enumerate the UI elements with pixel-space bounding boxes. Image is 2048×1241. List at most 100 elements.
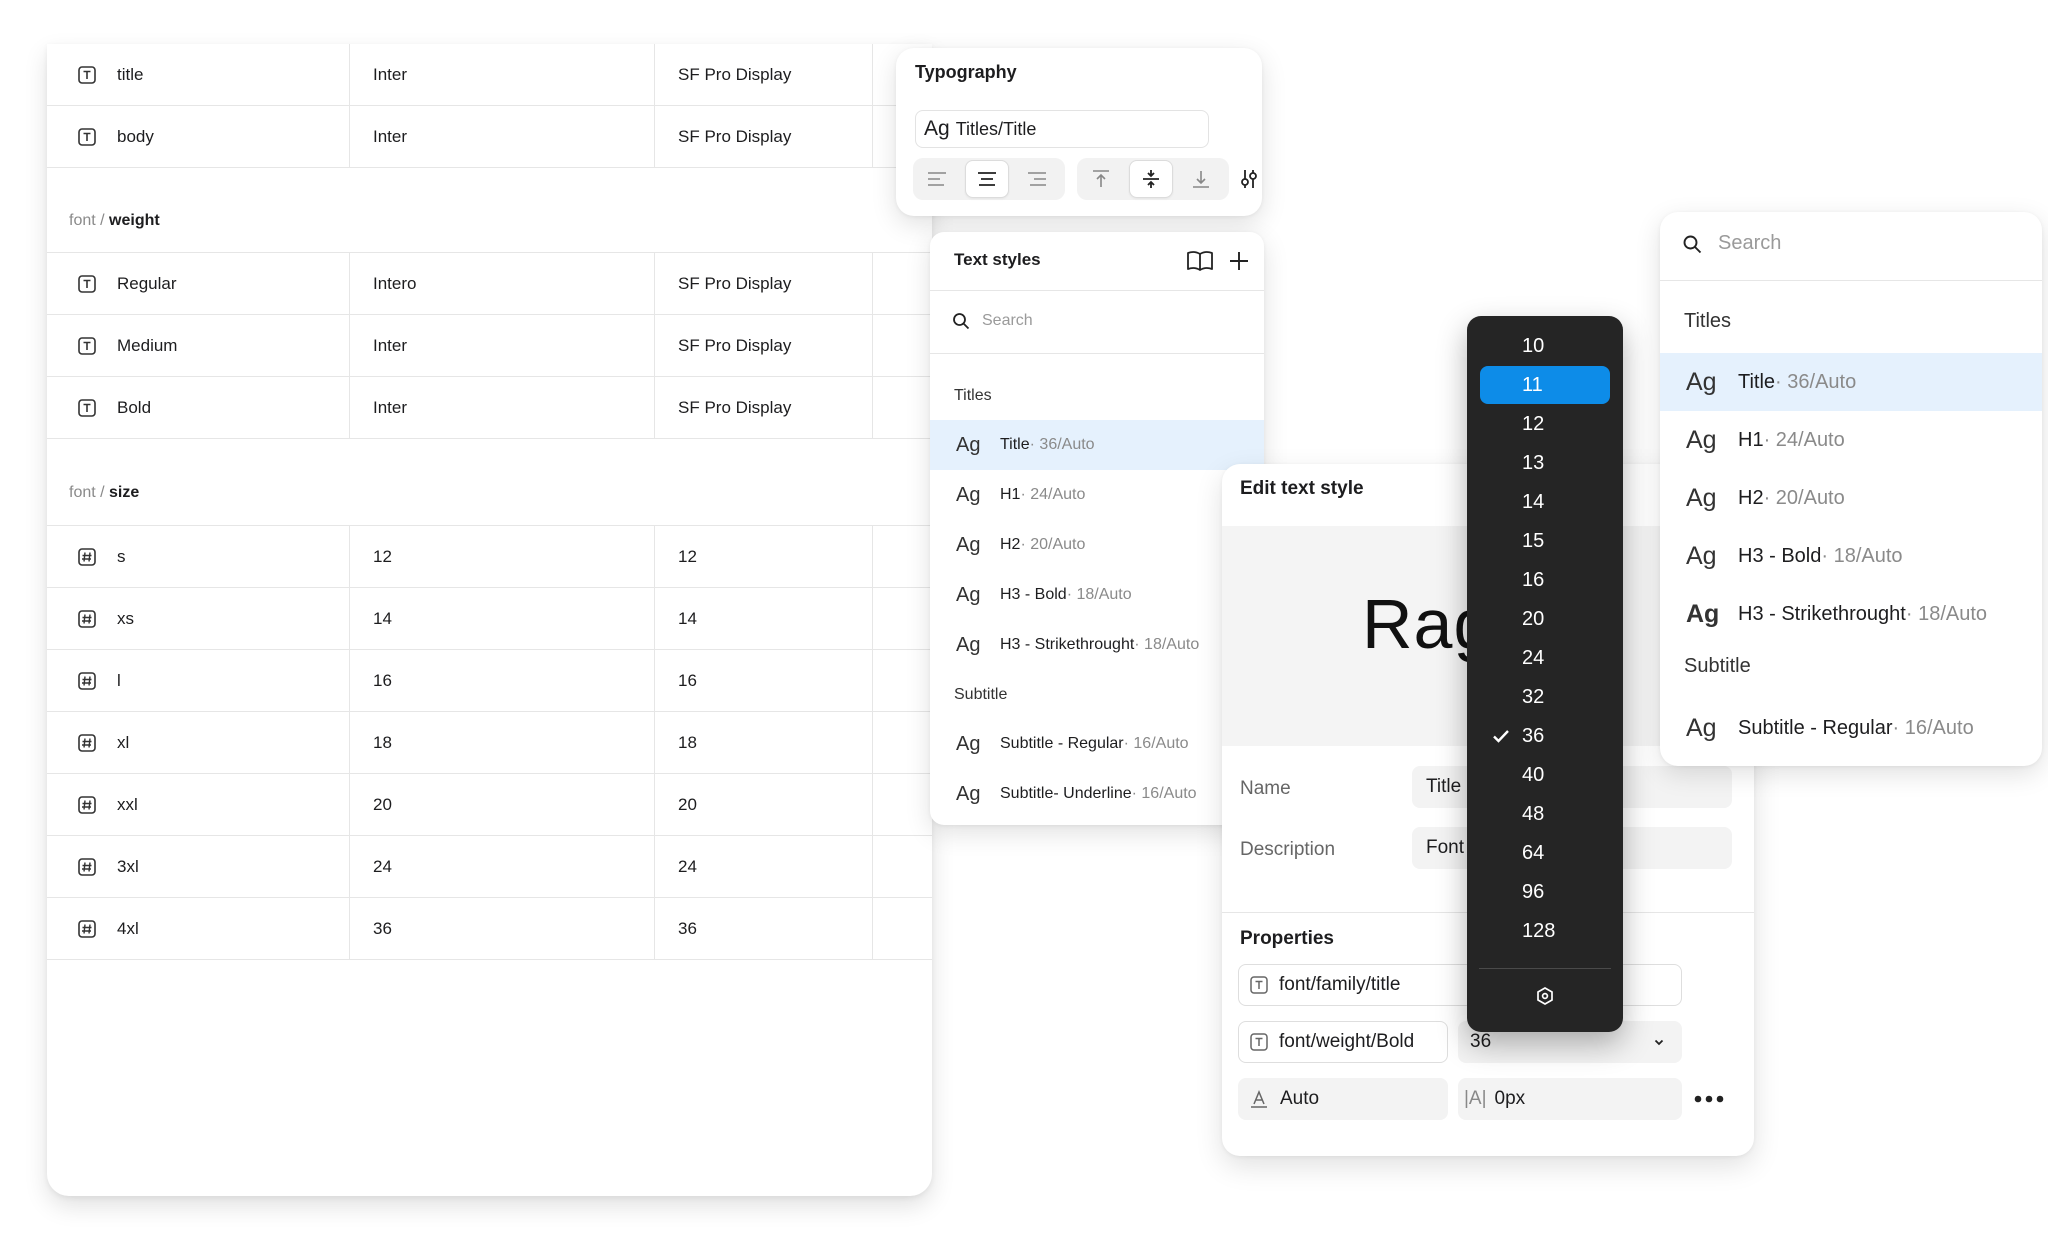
search-icon: [1683, 235, 1702, 253]
number-variable-icon: [78, 796, 96, 814]
text-style-item-subtitle-underline[interactable]: Ag Subtitle- Underline · 16/Auto: [930, 769, 1264, 819]
text-style-selector[interactable]: Ag Titles/Title: [915, 110, 1209, 148]
align-top-icon: [1093, 170, 1109, 187]
font-size-option-selected[interactable]: 36: [1480, 717, 1610, 755]
variable-value[interactable]: SF Pro Display: [678, 274, 791, 294]
variable-value[interactable]: SF Pro Display: [678, 336, 791, 356]
variable-value[interactable]: SF Pro Display: [678, 65, 791, 85]
variable-value[interactable]: 36: [678, 919, 697, 939]
variable-value[interactable]: Intero: [373, 274, 416, 294]
variable-value[interactable]: SF Pro Display: [678, 127, 791, 147]
text-style-item-h2[interactable]: Ag H2 · 20/Auto: [930, 520, 1264, 570]
font-size-option[interactable]: 11: [1480, 366, 1610, 404]
group-label-size[interactable]: font / size: [69, 484, 139, 502]
font-size-dropdown: 10 11 12 13 14 15 16 20 24 32 36 40 48 6…: [1467, 316, 1623, 1032]
variable-value[interactable]: 18: [678, 733, 697, 753]
table-row[interactable]: body Inter SF Pro Display: [47, 106, 932, 168]
variable-value[interactable]: 20: [678, 795, 697, 815]
font-size-option[interactable]: 20: [1480, 600, 1610, 638]
variable-value[interactable]: 36: [373, 919, 392, 939]
text-style-item-subtitle-regular[interactable]: Ag Subtitle - Regular · 16/Auto: [930, 719, 1264, 769]
font-size-option[interactable]: 14: [1480, 483, 1610, 521]
table-row[interactable]: l 16 16: [47, 650, 932, 712]
variable-name: Medium: [117, 336, 178, 355]
font-size-option[interactable]: 13: [1480, 444, 1610, 482]
search-input[interactable]: Search: [1682, 232, 1781, 255]
font-size-option[interactable]: 24: [1480, 639, 1610, 677]
text-style-item-h3-bold[interactable]: Ag H3 - Bold · 18/Auto: [930, 570, 1264, 620]
text-style-search-panel: Search Titles Ag Title · 36/Auto Ag H1 · 2…: [1660, 212, 2042, 766]
align-middle-button[interactable]: [1129, 160, 1173, 198]
variable-name: xl: [117, 733, 130, 752]
font-size-option[interactable]: 16: [1480, 561, 1610, 599]
variable-value[interactable]: Inter: [373, 65, 407, 85]
plus-icon[interactable]: [1228, 250, 1250, 272]
variable-value[interactable]: 14: [678, 609, 697, 629]
type-settings-button[interactable]: [1227, 160, 1271, 198]
table-row[interactable]: xs 14 14: [47, 588, 932, 650]
table-row[interactable]: Regular Intero SF Pro Display: [47, 253, 932, 315]
apply-variable-icon[interactable]: [1535, 986, 1555, 1006]
font-size-option[interactable]: 64: [1480, 834, 1610, 872]
text-style-item-h2[interactable]: Ag H2 · 20/Auto: [1660, 469, 2042, 527]
table-row[interactable]: Bold Inter SF Pro Display: [47, 377, 932, 439]
text-style-item-title[interactable]: Ag Title · 36/Auto: [1660, 353, 2042, 411]
search-input[interactable]: Search: [952, 312, 1033, 330]
variable-value[interactable]: SF Pro Display: [678, 398, 791, 418]
letter-spacing-field[interactable]: |A| 0px: [1458, 1078, 1682, 1120]
chevron-down-icon: [1654, 1039, 1664, 1046]
table-row[interactable]: title Inter SF Pro Display: [47, 44, 932, 106]
variable-value[interactable]: Inter: [373, 336, 407, 356]
font-size-option[interactable]: 128: [1480, 912, 1610, 950]
text-style-item-h3-bold[interactable]: Ag H3 - Bold · 18/Auto: [1660, 527, 2042, 585]
table-row[interactable]: xxl 20 20: [47, 774, 932, 836]
table-row[interactable]: 4xl 36 36: [47, 898, 932, 960]
align-bottom-button[interactable]: [1179, 160, 1223, 198]
text-styles-panel: Text styles Search Titles Ag Title · 36/A…: [930, 232, 1264, 825]
font-weight-field[interactable]: font/weight/Bold: [1238, 1021, 1448, 1063]
more-options-icon[interactable]: [1692, 1090, 1726, 1108]
text-style-value: Titles/Title: [955, 118, 1037, 139]
variable-value[interactable]: Inter: [373, 127, 407, 147]
text-style-item-title[interactable]: Ag Title · 36/Auto: [930, 420, 1264, 470]
number-variable-icon: [78, 920, 96, 938]
line-height-field[interactable]: Auto: [1238, 1078, 1448, 1120]
variable-value[interactable]: 16: [678, 671, 697, 691]
variable-value[interactable]: 24: [678, 857, 697, 877]
font-size-option[interactable]: 40: [1480, 756, 1610, 794]
font-size-option[interactable]: 32: [1480, 678, 1610, 716]
align-bottom-icon: [1193, 171, 1209, 188]
variable-value[interactable]: Inter: [373, 398, 407, 418]
variable-value[interactable]: 16: [373, 671, 392, 691]
text-variable-icon: [78, 275, 96, 293]
variable-value[interactable]: 20: [373, 795, 392, 815]
text-style-item-h1[interactable]: Ag H1 · 24/Auto: [1660, 411, 2042, 469]
text-variable-icon: [78, 128, 96, 146]
align-right-button[interactable]: [1015, 160, 1059, 198]
align-left-button[interactable]: [915, 160, 959, 198]
table-row[interactable]: Medium Inter SF Pro Display: [47, 315, 932, 377]
text-style-item-h3-strikethrough[interactable]: Ag H3 - Strikethrought · 18/Auto: [1660, 585, 2042, 643]
variable-value[interactable]: 24: [373, 857, 392, 877]
variable-value[interactable]: 12: [678, 547, 697, 567]
align-center-button[interactable]: [965, 160, 1009, 198]
font-size-option[interactable]: 48: [1480, 795, 1610, 833]
text-style-item-h3-strikethrough[interactable]: Ag H3 - Strikethrought · 18/Auto: [930, 620, 1264, 670]
text-style-item-subtitle-regular[interactable]: Ag Subtitle - Regular · 16/Auto: [1660, 699, 2042, 757]
align-top-button[interactable]: [1079, 160, 1123, 198]
variable-value[interactable]: 14: [373, 609, 392, 629]
group-label-weight[interactable]: font / weight: [69, 212, 160, 230]
font-size-option[interactable]: 96: [1480, 873, 1610, 911]
variable-value[interactable]: 18: [373, 733, 392, 753]
font-size-option[interactable]: 10: [1480, 327, 1610, 365]
variable-value[interactable]: 12: [373, 547, 392, 567]
table-row[interactable]: s 12 12: [47, 526, 932, 588]
text-variable-icon: [78, 399, 96, 417]
table-row[interactable]: xl 18 18: [47, 712, 932, 774]
library-book-icon[interactable]: [1186, 250, 1214, 272]
variable-name: body: [117, 127, 154, 146]
text-style-item-h1[interactable]: Ag H1 · 24/Auto: [930, 470, 1264, 520]
font-size-option[interactable]: 15: [1480, 522, 1610, 560]
font-size-option[interactable]: 12: [1480, 405, 1610, 443]
table-row[interactable]: 3xl 24 24: [47, 836, 932, 898]
